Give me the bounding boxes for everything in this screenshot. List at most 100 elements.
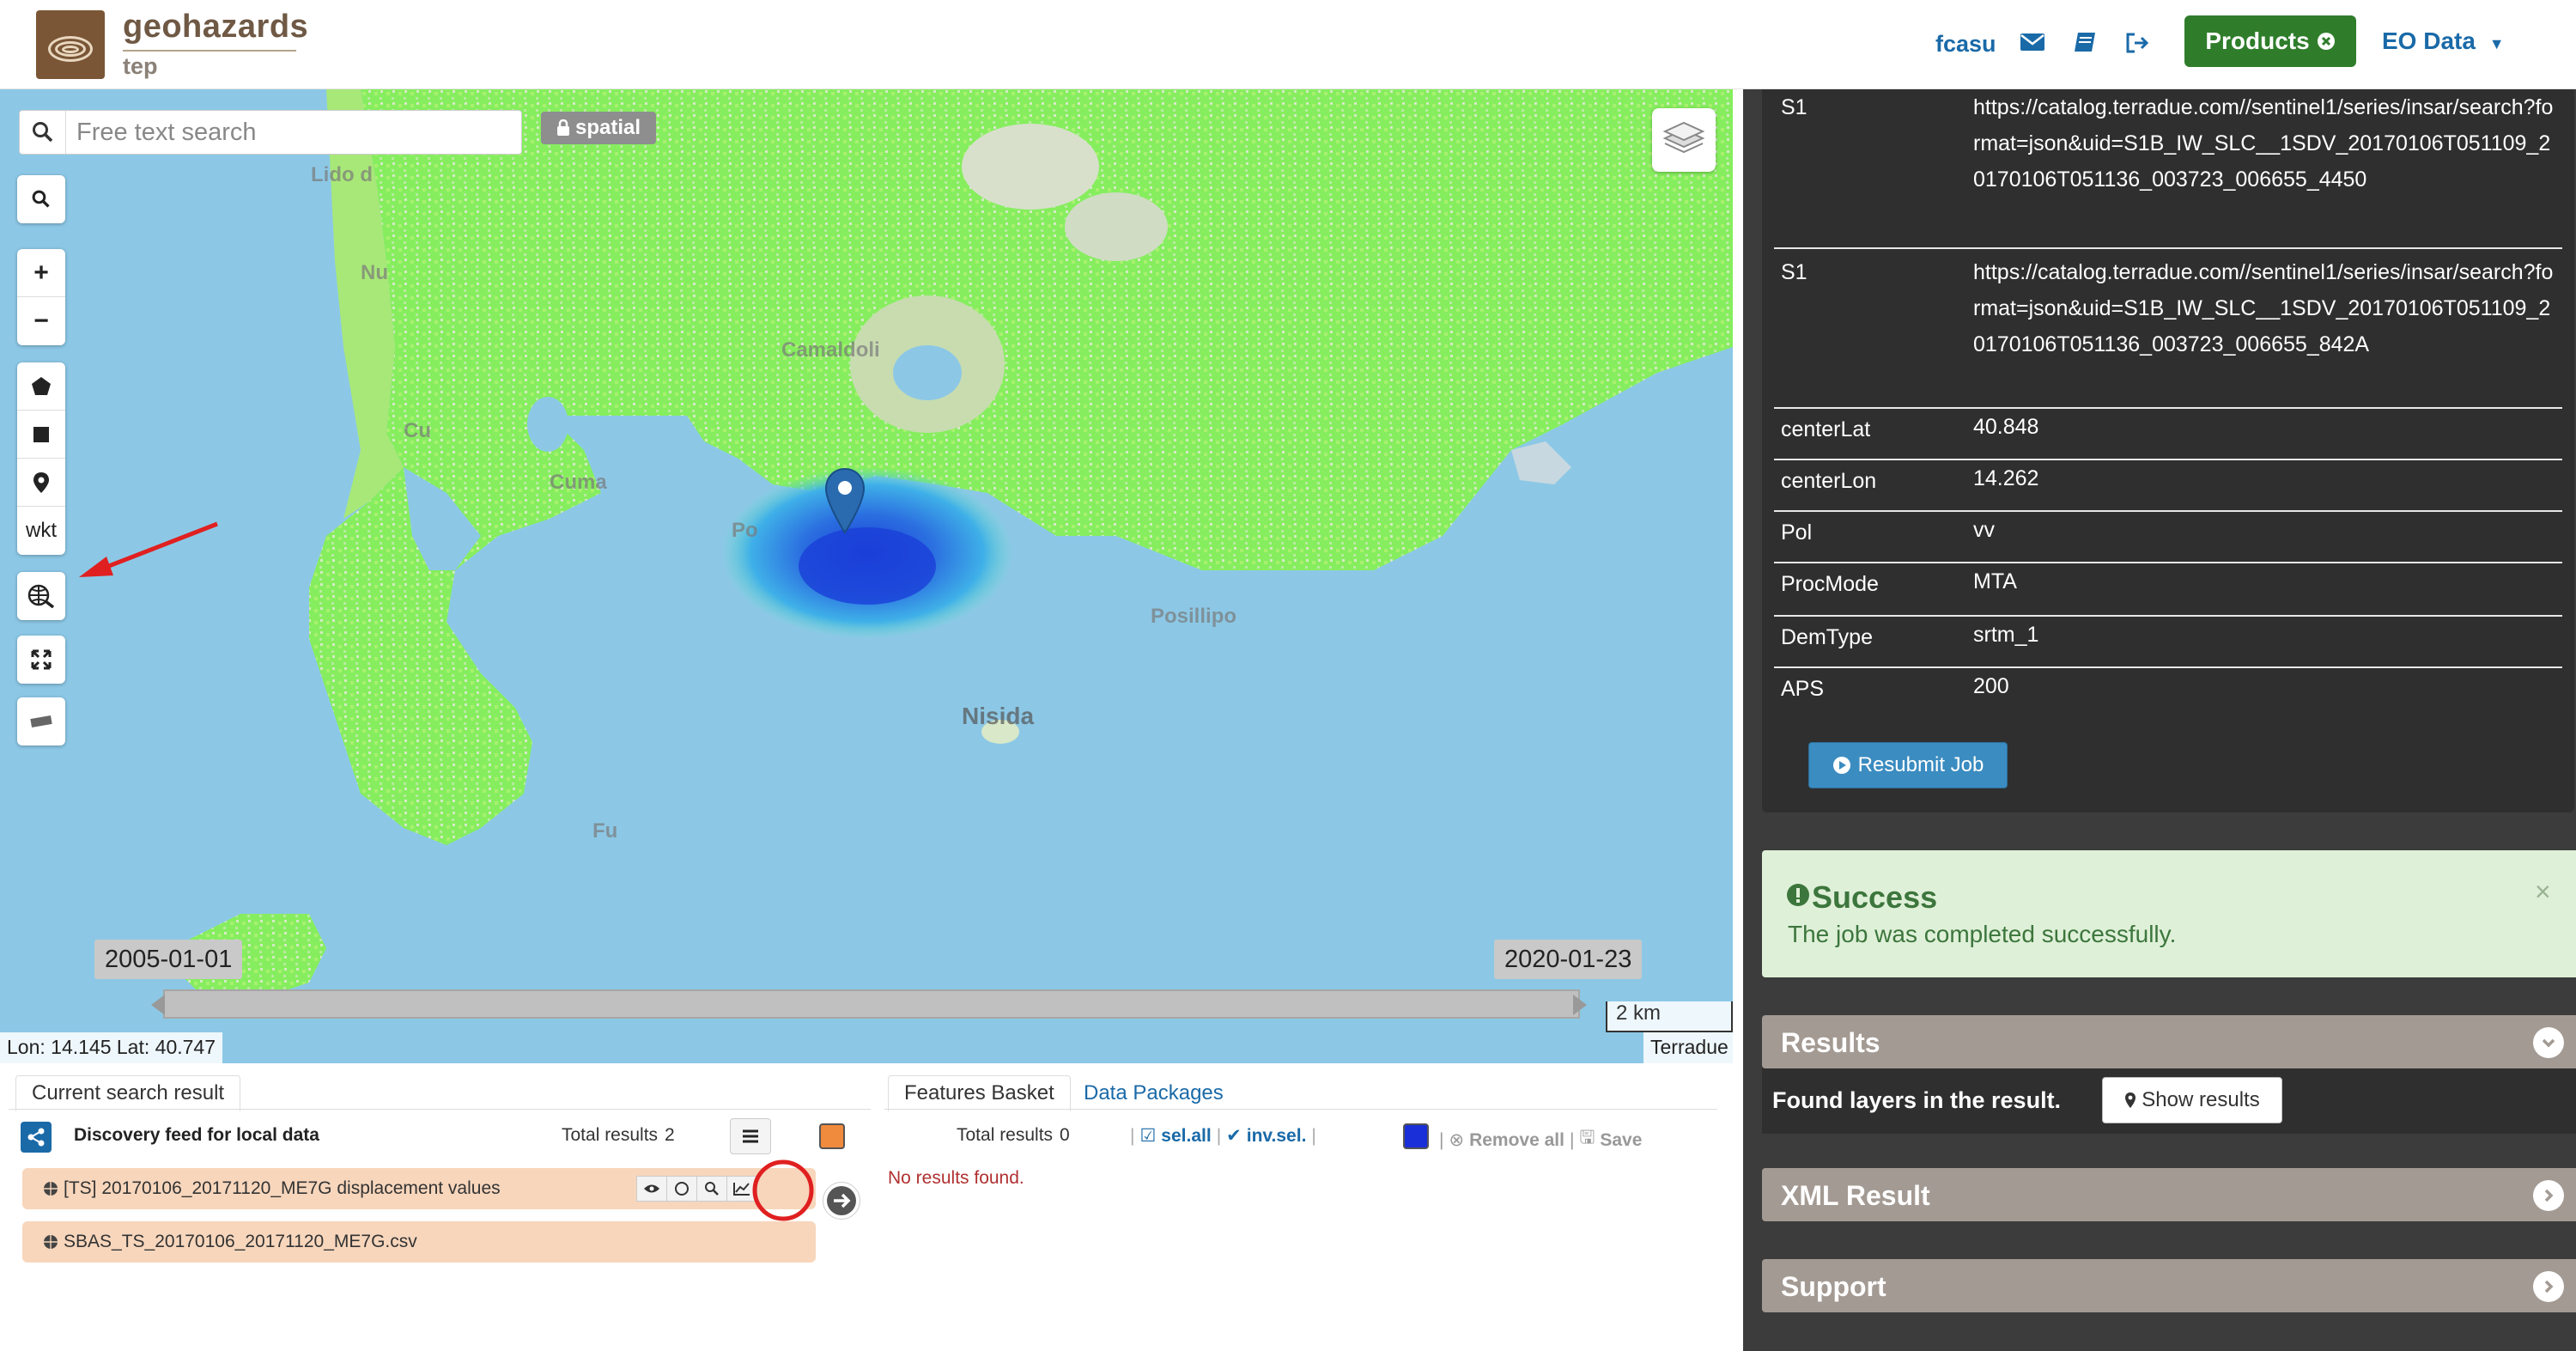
eo-data-label: EO Data [2382, 27, 2476, 54]
draw-point-button[interactable] [17, 459, 65, 507]
job-properties-table: S1 https://catalog.terradue.com//sentine… [1762, 89, 2574, 812]
close-alert-button[interactable]: × [2535, 876, 2551, 908]
result-name: SBAS_TS_20170106_20171120_ME7G.csv [64, 1232, 417, 1251]
place-label: Posillipo [1151, 605, 1237, 628]
logo-subtitle: tep [123, 53, 158, 79]
xml-result-accordion-header[interactable]: XML Result [1762, 1168, 2576, 1221]
globe-icon [44, 1235, 58, 1249]
username-link[interactable]: fcasu [1935, 31, 1996, 58]
map-view[interactable]: Lido d Nu Cu Cuma Po Fu Nisida Posillipo… [0, 89, 1733, 1063]
fullscreen-button[interactable] [17, 636, 65, 684]
scale-bar: 2 km [1606, 1001, 1733, 1032]
table-row: centerLat 40.848 [1774, 409, 2562, 460]
search-box[interactable] [19, 110, 522, 155]
list-view-button[interactable] [730, 1118, 771, 1154]
arrow-right-circle-icon [827, 1186, 856, 1215]
property-key: ProcMode [1781, 572, 1879, 596]
exclamation-circle-icon [1787, 884, 1809, 906]
timeline-end-handle[interactable] [1570, 993, 1590, 1017]
zoom-to-icon[interactable] [696, 1176, 727, 1202]
property-key: S1 [1781, 95, 1807, 119]
sign-out-icon[interactable] [2124, 31, 2154, 57]
show-results-button[interactable]: Show results [2102, 1077, 2282, 1123]
table-row: DemType srtm_1 [1774, 617, 2562, 668]
property-key: centerLat [1781, 417, 1871, 441]
timeline-start-handle[interactable] [148, 993, 168, 1017]
checkbox-icon: ☑ [1139, 1126, 1157, 1146]
book-icon[interactable] [2073, 31, 2102, 57]
remove-all-link[interactable]: Remove all [1469, 1130, 1564, 1151]
tab-current-search-result[interactable]: Current search result [15, 1075, 241, 1111]
spatial-label: spatial [575, 116, 641, 139]
logo-icon[interactable] [36, 10, 105, 79]
circle-icon[interactable] [666, 1176, 697, 1202]
envelope-icon[interactable] [2020, 31, 2049, 57]
zoom-tool-group: + − [17, 249, 65, 345]
results-accordion-header[interactable]: Results [1762, 1015, 2576, 1068]
alert-title: Success [1812, 879, 1938, 915]
eo-data-dropdown[interactable]: EO Data ▼ [2382, 27, 2505, 55]
search-tool-group [17, 175, 65, 223]
location-marker-icon[interactable] [824, 467, 866, 536]
place-label: Camaldoli [781, 338, 880, 362]
zoom-out-button[interactable]: − [17, 297, 65, 345]
table-row: centerLon 14.262 [1774, 460, 2562, 512]
timeline-start-date[interactable]: 2005-01-01 [94, 940, 243, 979]
results-title: Results [1781, 1027, 1880, 1058]
basket-total-label: Total results [957, 1125, 1054, 1145]
result-name: [TS] 20170106_20171120_ME7G displacement… [64, 1178, 501, 1198]
property-value: 14.262 [1973, 466, 2039, 490]
search-input[interactable] [66, 118, 513, 147]
play-circle-icon [1832, 757, 1850, 774]
layers-button[interactable] [1652, 108, 1716, 172]
table-row: S1 https://catalog.terradue.com//sentine… [1774, 249, 2562, 409]
property-value: MTA [1973, 569, 2017, 593]
basket-color-swatch[interactable] [1403, 1123, 1429, 1149]
resubmit-job-button[interactable]: Resubmit Job [1808, 742, 2008, 788]
share-icon[interactable] [21, 1122, 52, 1153]
draw-polygon-button[interactable] [17, 362, 65, 411]
close-circle-icon [2317, 33, 2335, 50]
map-search-button[interactable] [17, 175, 65, 223]
table-row: ProcMode MTA [1774, 563, 2562, 617]
square-icon [33, 426, 49, 442]
list-item[interactable]: SBAS_TS_20170106_20171120_ME7G.csv [22, 1221, 816, 1263]
property-value[interactable]: https://catalog.terradue.com//sentinel1/… [1973, 89, 2557, 198]
map-canvas[interactable] [0, 89, 1733, 1063]
tab-data-packages[interactable]: Data Packages [1068, 1075, 1239, 1111]
table-row: Pol vv [1774, 512, 2562, 563]
timeline-slider[interactable] [163, 989, 1580, 1019]
globe-search-button[interactable] [17, 572, 65, 620]
support-accordion-header[interactable]: Support [1762, 1259, 2576, 1312]
zoom-in-button[interactable]: + [17, 249, 65, 297]
map-attribution[interactable]: Terradue [1643, 1032, 1733, 1063]
property-value[interactable]: https://catalog.terradue.com//sentinel1/… [1973, 254, 2557, 362]
measure-tool-group [17, 697, 65, 745]
select-all-link[interactable]: sel.all [1161, 1126, 1211, 1147]
success-alert: Success The job was completed successful… [1762, 850, 2576, 977]
wkt-button[interactable]: wkt [17, 507, 65, 555]
total-results-count: 2 [665, 1125, 675, 1145]
check-icon: ✔ [1226, 1126, 1242, 1146]
eye-icon[interactable] [636, 1176, 667, 1202]
property-key: APS [1781, 677, 1825, 701]
spatial-filter-badge[interactable]: spatial [541, 112, 657, 144]
place-label: Fu [592, 819, 618, 843]
products-button[interactable]: Products [2184, 15, 2356, 67]
timeline-end-date[interactable]: 2020-01-23 [1494, 940, 1643, 979]
result-color-swatch[interactable] [819, 1123, 845, 1149]
save-link[interactable]: Save [1600, 1130, 1642, 1151]
search-icon[interactable] [20, 111, 66, 154]
invert-selection-link[interactable]: inv.sel. [1247, 1126, 1307, 1147]
measure-button[interactable] [17, 697, 65, 745]
property-value: srtm_1 [1973, 623, 2039, 647]
add-to-basket-button[interactable] [823, 1182, 860, 1220]
tab-features-basket[interactable]: Features Basket [888, 1075, 1071, 1111]
logo-divider [123, 50, 296, 52]
result-tools [636, 1176, 757, 1202]
place-label: Lido d [311, 163, 373, 186]
table-row: S1 https://catalog.terradue.com//sentine… [1774, 89, 2562, 249]
draw-rectangle-button[interactable] [17, 411, 65, 459]
logo-title[interactable]: geohazards [123, 9, 308, 46]
property-value: 200 [1973, 674, 2009, 698]
